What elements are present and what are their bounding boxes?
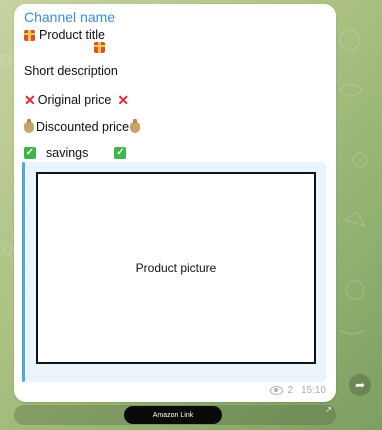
view-count: 2 [287,385,293,396]
gift-icon [94,42,105,53]
original-price: Original price [37,93,112,107]
product-title-line: Product title [24,28,105,42]
channel-name[interactable]: Channel name [24,9,115,25]
amazon-link-button[interactable]: Amazon Link [124,406,222,424]
check-mark-icon: ✓ [24,147,36,159]
message-bubble: Channel name Product title Short descrip… [14,4,336,402]
preview-accent-bar [22,162,25,382]
short-description: Short description [24,64,118,78]
discounted-price-line: Discounted price [24,118,141,134]
cross-mark-icon: ✕ [117,92,130,108]
check-mark-icon: ✓ [114,147,127,159]
message-meta: 2 15:10 [270,385,326,396]
discounted-price: Discounted price [36,120,130,134]
cross-mark-icon: ✕ [24,92,36,108]
link-preview[interactable]: Product picture [22,162,326,382]
original-price-line: ✕ Original price ✕ [24,93,129,107]
share-icon: ➦ [354,378,366,392]
inline-keyboard: Amazon Link ↗ [14,405,336,425]
money-bag-icon [130,118,141,133]
eye-icon [270,386,284,395]
money-bag-icon [24,118,34,133]
expand-arrow-icon: ↗ [325,405,332,414]
share-button[interactable]: ➦ [349,374,371,396]
product-title: Product title [39,28,106,42]
savings: savings [46,146,89,160]
savings-line: ✓ savings ✓ [24,146,127,160]
product-picture-label: Product picture [135,261,217,275]
product-picture[interactable]: Product picture [36,172,316,364]
message-time: 15:10 [300,385,326,396]
gift-icon [24,29,35,41]
